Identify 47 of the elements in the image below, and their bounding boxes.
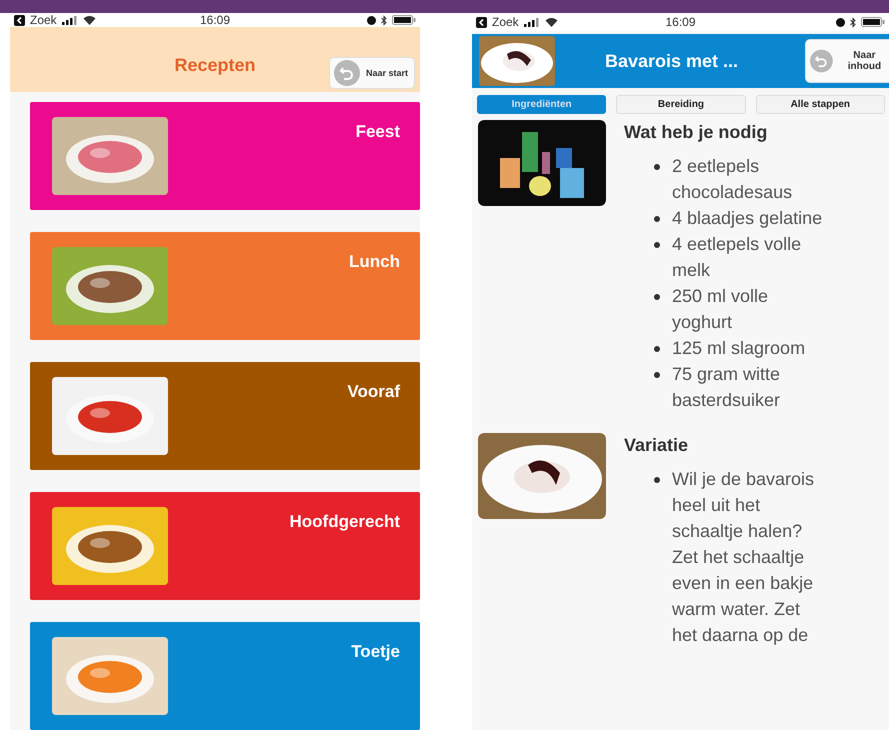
status-time: 16:09 <box>200 13 230 28</box>
category-label: Vooraf <box>347 382 400 402</box>
signal-icon <box>62 16 78 25</box>
battery-icon <box>392 15 416 26</box>
bullet-icon <box>654 346 660 352</box>
back-app-icon[interactable] <box>14 14 25 26</box>
return-icon <box>810 48 833 74</box>
battery-icon <box>861 17 885 27</box>
status-time: 16:09 <box>665 15 696 29</box>
category-label: Toetje <box>351 642 400 662</box>
category-card[interactable]: Feest <box>30 102 420 210</box>
bullet-icon <box>654 242 660 248</box>
home-button[interactable]: Naar start <box>328 57 415 90</box>
section-heading: Variatie <box>624 435 690 456</box>
bullet-icon <box>654 216 660 222</box>
wifi-icon <box>544 17 558 27</box>
bullet-icon <box>654 164 660 170</box>
list-item: Wil je de bavarois heel uit het schaaltje halen? Zet het schaaltje even in een bakje warm water. Zet het daarna op de <box>672 468 816 647</box>
category-label: Hoofdgerecht <box>290 512 400 532</box>
wifi-icon <box>82 15 96 26</box>
section-heading: Wat heb je nodig <box>624 122 768 143</box>
tab[interactable]: Bereiding <box>616 95 746 114</box>
category-card[interactable]: Toetje <box>30 622 420 730</box>
bluetooth-icon <box>381 14 387 26</box>
tab[interactable]: Alle stappen <box>756 95 885 114</box>
list-item: 4 eetlepels volle melk <box>672 233 802 282</box>
category-card[interactable]: Vooraf <box>30 362 420 470</box>
back-label[interactable]: Zoek <box>492 15 519 29</box>
list-item: 75 gram witte basterdsuiker <box>672 363 782 412</box>
recipe-title: Bavarois met ... <box>605 50 740 72</box>
contents-button[interactable]: Naar inhoud <box>805 39 889 83</box>
list-item: 250 ml volle yoghurt <box>672 285 770 334</box>
back-label[interactable]: Zoek <box>30 13 57 28</box>
list-item: 125 ml slagroom <box>672 337 806 360</box>
category-label: Feest <box>356 122 400 142</box>
category-label: Lunch <box>349 252 400 272</box>
bluetooth-icon <box>850 16 856 28</box>
signal-icon <box>524 18 540 26</box>
category-card[interactable]: Hoofdgerecht <box>30 492 420 600</box>
back-app-icon[interactable] <box>476 16 487 28</box>
bullet-icon <box>654 372 660 378</box>
page-title: Recepten <box>174 55 256 76</box>
return-icon <box>334 60 360 86</box>
list-item: 4 blaadjes gelatine <box>672 207 822 230</box>
bullet-icon <box>654 477 660 483</box>
bullet-icon <box>654 294 660 300</box>
list-item: 2 eetlepels chocoladesaus <box>672 155 794 204</box>
